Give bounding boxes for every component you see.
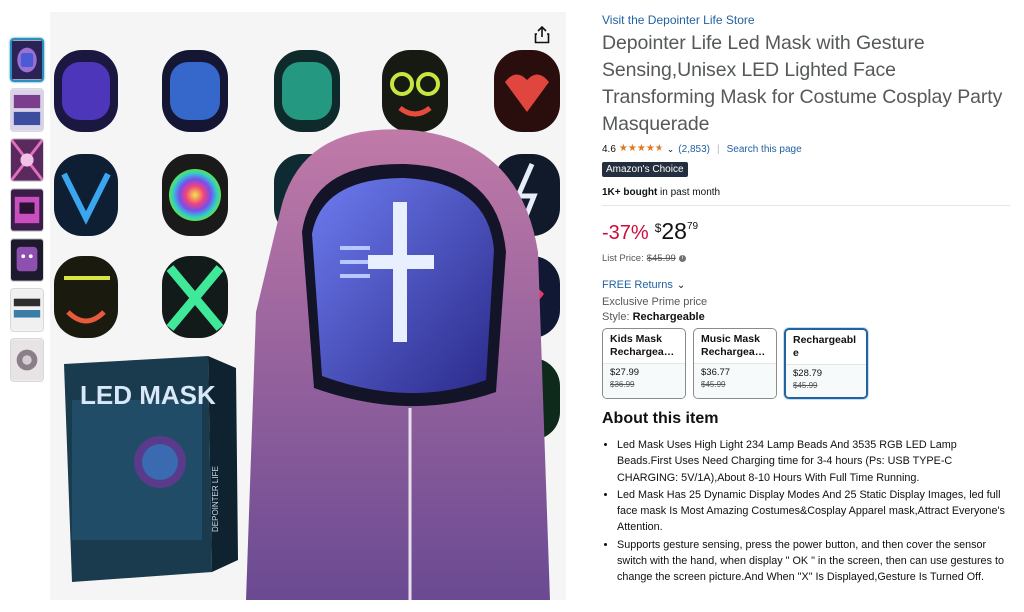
thumbnail-5[interactable]: [10, 238, 44, 282]
thumbnail-3[interactable]: [10, 138, 44, 182]
feature-bullet: Led Mask Has 25 Dynamic Display Modes An…: [617, 487, 1012, 536]
info-icon[interactable]: i: [678, 255, 686, 262]
rating-value: 4.6: [602, 143, 616, 155]
style-swatches: Kids Mask Rechargea… $27.99 $36.99 Music …: [602, 328, 1012, 399]
product-info: Visit the Depointer Life Store Depointer…: [602, 10, 1012, 587]
amazons-choice-badge[interactable]: Amazon's Choice: [602, 162, 688, 177]
feature-bullet: Supports gesture sensing, press the powe…: [617, 537, 1012, 586]
swatch-name: Rechargeable: [793, 334, 857, 359]
box-brand-text: DEPOINTER LIFE: [211, 466, 220, 532]
thumbnail-7[interactable]: [10, 338, 44, 382]
separator: |: [716, 143, 720, 155]
swatch-old-price: $45.99: [793, 381, 818, 390]
star-icon: ★: [618, 143, 628, 154]
style-selection-label: Style: Rechargeable: [602, 311, 1012, 323]
thumbnail-strip: [10, 38, 46, 388]
thumbnail-4[interactable]: [10, 188, 44, 232]
main-product-image[interactable]: LED MASK DEPOINTER LIFE: [50, 12, 566, 600]
style-swatch-kids[interactable]: Kids Mask Rechargea… $27.99 $36.99: [602, 328, 686, 399]
prime-price-text: Exclusive Prime price: [602, 296, 708, 308]
box-title-text: LED MASK: [80, 380, 216, 410]
thumbnail-2[interactable]: [10, 88, 44, 132]
swatch-old-price: $36.99: [610, 380, 635, 389]
style-label: Style:: [602, 311, 630, 323]
list-price: List Price: $45.99 i: [602, 253, 1012, 264]
store-link[interactable]: Visit the Depointer Life Store: [602, 13, 1012, 27]
thumbnail-6[interactable]: [10, 288, 44, 332]
star-icon: ★: [636, 143, 646, 154]
chevron-down-icon[interactable]: ⌄: [667, 144, 675, 155]
free-returns-label: FREE Returns: [602, 279, 673, 291]
bought-count: 1K+ bought: [602, 187, 658, 198]
half-star-icon: ★: [654, 143, 664, 154]
swatch-price: $27.99: [610, 367, 640, 378]
price-row: -37% $ 28 79: [602, 220, 1012, 248]
swatch-price: $36.77: [701, 367, 731, 378]
thumbnail-1[interactable]: [10, 38, 44, 82]
star-rating[interactable]: ★ ★ ★ ★ ★: [619, 144, 664, 154]
share-button[interactable]: [528, 22, 556, 48]
search-this-page-link[interactable]: Search this page: [727, 144, 802, 155]
hooded-figure: [246, 129, 550, 600]
chevron-down-icon: ⌄: [676, 279, 686, 291]
star-icon: ★: [627, 143, 637, 154]
style-value: Rechargeable: [632, 311, 705, 323]
price-whole: 28: [661, 218, 687, 244]
style-swatch-music[interactable]: Music Mask Rechargea… $36.77 $45.99: [693, 328, 777, 399]
style-swatch-rechargeable[interactable]: Rechargeable $28.79 $45.99: [784, 328, 868, 399]
list-price-label: List Price:: [602, 253, 644, 264]
divider: [602, 205, 1010, 206]
feature-bullet: Led Mask Uses High Light 234 Lamp Beads …: [617, 437, 1012, 486]
price-currency: $: [654, 221, 662, 235]
swatch-price: $28.79: [793, 368, 823, 379]
product-box: LED MASK DEPOINTER LIFE: [64, 356, 238, 582]
bought-in-past-month: 1K+ bought in past month: [602, 187, 1012, 198]
list-price-value: $45.99: [646, 253, 676, 264]
review-count-link[interactable]: (2,853): [678, 144, 710, 155]
share-icon: [534, 26, 550, 44]
bought-suffix: in past month: [657, 187, 721, 198]
product-title: Depointer Life Led Mask with Gesture Sen…: [602, 32, 1003, 135]
feature-bullets: Led Mask Uses High Light 234 Lamp Beads …: [602, 437, 1012, 586]
about-heading: About this item: [602, 410, 719, 427]
star-icon: ★: [645, 143, 655, 154]
rating-row: 4.6 ★ ★ ★ ★ ★ ⌄ (2,853) | Search this pa…: [602, 142, 1012, 156]
free-returns[interactable]: FREE Returns ⌄: [602, 279, 1012, 291]
swatch-name: Music Mask Rechargea…: [701, 333, 766, 358]
swatch-name: Kids Mask Rechargea…: [610, 333, 675, 358]
discount-percent: -37%: [602, 222, 649, 244]
swatch-old-price: $45.99: [701, 380, 726, 389]
price-fraction: 79: [686, 221, 699, 232]
